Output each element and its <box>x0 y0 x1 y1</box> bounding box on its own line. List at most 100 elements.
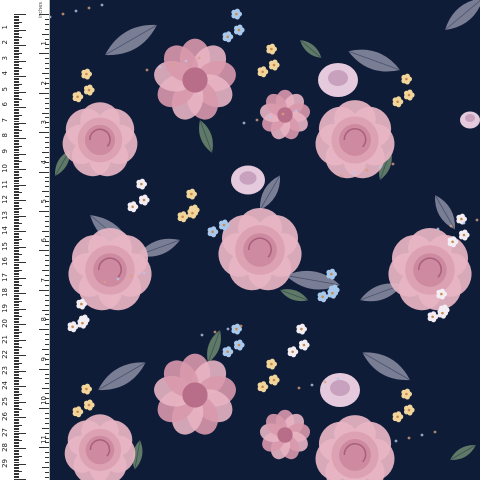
ruler-inch-tick <box>45 373 49 375</box>
ruler-inch-label: 11 <box>40 435 48 445</box>
ruler-cm-label: 7 <box>1 117 9 122</box>
small-flower-center <box>181 215 184 219</box>
ruler-cm-label: 4 <box>1 71 9 76</box>
berry-dot <box>158 65 162 69</box>
small-flower-center <box>76 410 79 414</box>
ruler-inch-tick <box>45 176 49 178</box>
small-flower-center <box>407 93 411 97</box>
ruler-inch-tick <box>39 14 49 15</box>
ruler-cm-label: 25 <box>1 396 9 406</box>
ruler-cm-label: 5 <box>1 86 9 91</box>
ruler-cm-label: 11 <box>1 179 9 189</box>
berry-dot <box>226 327 230 331</box>
ruler-cm-label: 2 <box>1 40 9 45</box>
ruler-inch-tick <box>42 230 49 232</box>
small-petal <box>237 339 243 345</box>
berry-dot <box>407 436 411 440</box>
ruler-inch-tick <box>45 166 49 168</box>
ruler-cm-label: 3 <box>1 55 9 60</box>
ruler-inch-tick <box>45 299 49 301</box>
ruler-inch-tick <box>45 462 49 464</box>
small-flower-center <box>261 385 264 389</box>
small-petal <box>329 268 335 274</box>
ruler-inch-tick <box>45 412 49 414</box>
berry-dot <box>255 118 259 122</box>
ruler-inch-tick <box>45 472 49 474</box>
small-flower-center <box>131 205 134 209</box>
small-flower-center <box>330 272 333 276</box>
ruler-inch-tick <box>45 137 49 139</box>
ruler-inch-tick <box>39 408 49 409</box>
small-flower-center <box>270 47 273 51</box>
ruler-inch-tick <box>45 452 49 454</box>
berry-dot <box>420 433 424 437</box>
small-flower-center <box>76 95 79 99</box>
small-petal <box>459 213 465 219</box>
ruler-inch-tick <box>45 225 49 227</box>
small-petal <box>87 399 93 405</box>
ruler-inch-tick <box>45 181 49 183</box>
ruler-cm-label: 22 <box>1 350 9 359</box>
ruler-inch-tick <box>45 28 49 30</box>
small-petal <box>320 291 327 297</box>
ruler-inch-tick <box>45 215 49 217</box>
small-flower-center <box>272 378 276 382</box>
ruler-inch-tick <box>45 260 49 262</box>
small-flower-center <box>440 292 443 296</box>
small-flower-center <box>431 315 434 319</box>
small-flower-center <box>211 230 214 234</box>
berry-dot <box>436 227 440 231</box>
ruler-inch-tick <box>45 156 49 158</box>
ruler-cm-label: 1 <box>1 24 9 29</box>
small-flower-center <box>407 408 411 412</box>
peony-center <box>277 107 293 123</box>
peony-center <box>182 67 208 93</box>
ruler-inch-tick <box>42 151 49 153</box>
small-flower-center <box>235 12 238 16</box>
ruler-inch-tick <box>45 127 49 129</box>
ruler-inch-label: 3 <box>40 120 48 125</box>
ruler-cm-label: 24 <box>1 381 9 390</box>
small-petal <box>260 66 267 72</box>
ruler-inch-tick <box>45 87 49 89</box>
ruler-inch-tick <box>45 339 49 341</box>
ruler-inch-tick <box>45 117 49 119</box>
small-petal <box>84 68 90 74</box>
rose-bud <box>318 63 358 97</box>
small-flower-center <box>190 192 193 196</box>
small-flower-center <box>270 362 273 366</box>
small-flower-center <box>226 350 229 354</box>
small-petal <box>404 73 410 79</box>
berry-dot <box>184 59 188 63</box>
berry-dot <box>213 330 217 334</box>
ruler-inch-tick <box>39 132 49 134</box>
berry-dot <box>239 324 243 328</box>
small-petal <box>225 346 232 352</box>
small-flower-center <box>261 70 264 74</box>
berry-dot <box>281 112 285 116</box>
small-petal <box>290 346 297 352</box>
ruler-inch-label: 7 <box>40 277 48 283</box>
small-petal <box>190 207 196 213</box>
ruler-inch-tick <box>45 196 49 198</box>
berry-dot <box>297 386 301 390</box>
small-flower-center <box>222 223 226 227</box>
berry-dot <box>200 333 204 337</box>
ruler-inch-tick <box>45 265 49 267</box>
small-flower-center <box>80 302 83 306</box>
small-petal <box>130 201 137 207</box>
ruler-inch-tick <box>45 142 49 144</box>
ruler-inch-label: 10 <box>40 396 48 405</box>
small-petal <box>142 194 148 200</box>
small-flower-center <box>237 28 241 32</box>
small-petal <box>75 406 82 412</box>
ruler-inch-tick <box>45 432 49 434</box>
small-flower-center <box>396 415 399 419</box>
bud-center <box>465 114 475 122</box>
berry-dot <box>145 68 149 72</box>
ruler-cm-label: 13 <box>1 210 9 220</box>
small-petal <box>234 8 240 14</box>
ruler-inch-tick <box>45 353 49 355</box>
small-flower-center <box>462 233 466 237</box>
measuring-ruler: inches 1 2 3 4 5 6 7 8 9 10 11 12 13 14 15 16 17 18 19 20 21… <box>0 0 50 480</box>
